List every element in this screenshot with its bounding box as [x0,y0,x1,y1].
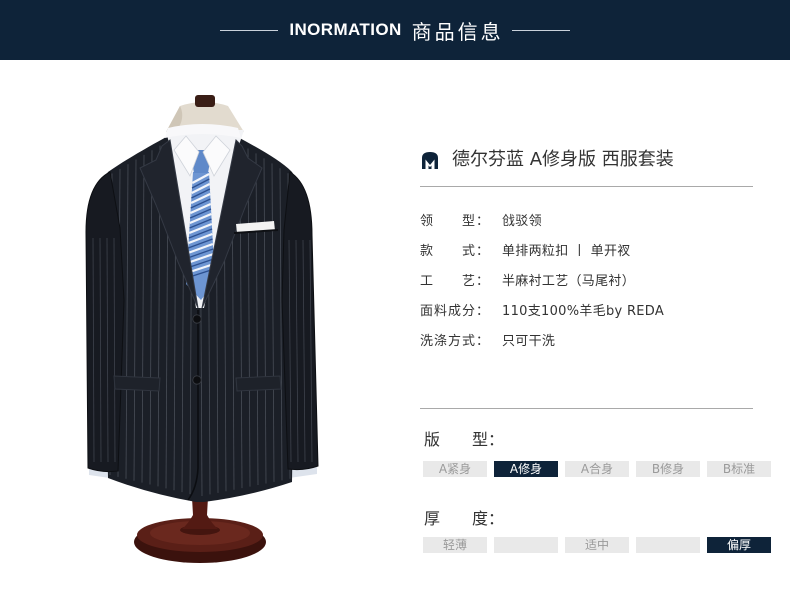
spec-label: 款 式： [420,244,491,259]
thickness-option-thick[interactable]: 偏厚 [707,537,771,553]
spec-label: 领 型： [420,214,491,229]
fit-option-b-slim[interactable]: B修身 [636,461,700,477]
product-title: 德尔芬蓝 A修身版 西服套装 [420,150,674,170]
left-sleeve [85,171,125,473]
banner-title-en: INORMATION [289,20,402,39]
info-banner: INORMATION 商品信息 [0,0,790,60]
spec-value: 戗驳领 [502,214,542,229]
spec-label: 面料成分： [420,304,491,319]
spec-row-fabric: 面料成分： 110支100%羊毛by REDA [420,303,760,333]
divider [420,186,753,187]
fit-option-a-regular[interactable]: A合身 [565,461,629,477]
fit-option-a-slim[interactable]: A修身 [494,461,558,477]
thickness-label: 厚 度： [424,509,505,528]
brand-logo-icon [420,150,440,170]
thickness-option-group: 轻薄 适中 偏厚 [423,537,771,553]
thickness-option-blank[interactable] [636,537,700,553]
banner-left-rule [220,29,279,31]
product-name: 德尔芬蓝 A修身版 西服套装 [452,149,674,170]
thickness-option-medium[interactable]: 适中 [565,537,629,553]
spec-row-style: 款 式： 单排两粒扣 丨 单开衩 [420,243,760,273]
banner-title: INORMATION 商品信息 [0,0,790,60]
jacket-button-top [192,314,202,324]
spec-value: 单排两粒扣 丨 单开衩 [502,244,631,259]
thickness-option-thin[interactable]: 轻薄 [423,537,487,553]
spec-value: 半麻衬工艺（马尾衬） [502,274,636,289]
spec-row-collar: 领 型： 戗驳领 [420,213,760,243]
divider [420,408,753,409]
jacket-button-bottom [192,375,202,385]
spec-value: 110支100%羊毛by REDA [502,304,665,319]
banner-right-rule [511,29,570,31]
spec-value: 只可干洗 [502,334,556,349]
spec-row-craft: 工 艺： 半麻衬工艺（马尾衬） [420,273,760,303]
left-flap-pocket [113,375,161,392]
spec-row-care: 洗涤方式： 只可干洗 [420,333,760,363]
spec-list: 领 型： 戗驳领 款 式： 单排两粒扣 丨 单开衩 工 艺： 半麻衬工艺（马尾衬） 面… [420,213,760,363]
fit-label: 版 型： [424,430,505,449]
fit-option-b-standard[interactable]: B标准 [707,461,771,477]
spec-label: 工 艺： [420,274,491,289]
banner-title-cn: 商品信息 [411,19,504,44]
fit-option-group: A紧身 A修身 A合身 B修身 B标准 [423,461,771,477]
right-sleeve [281,171,319,471]
right-flap-pocket [235,375,282,392]
fit-option-a-tight[interactable]: A紧身 [423,461,487,477]
product-image [85,95,319,563]
thickness-option-blank[interactable] [494,537,558,553]
spec-label: 洗涤方式： [420,334,491,349]
